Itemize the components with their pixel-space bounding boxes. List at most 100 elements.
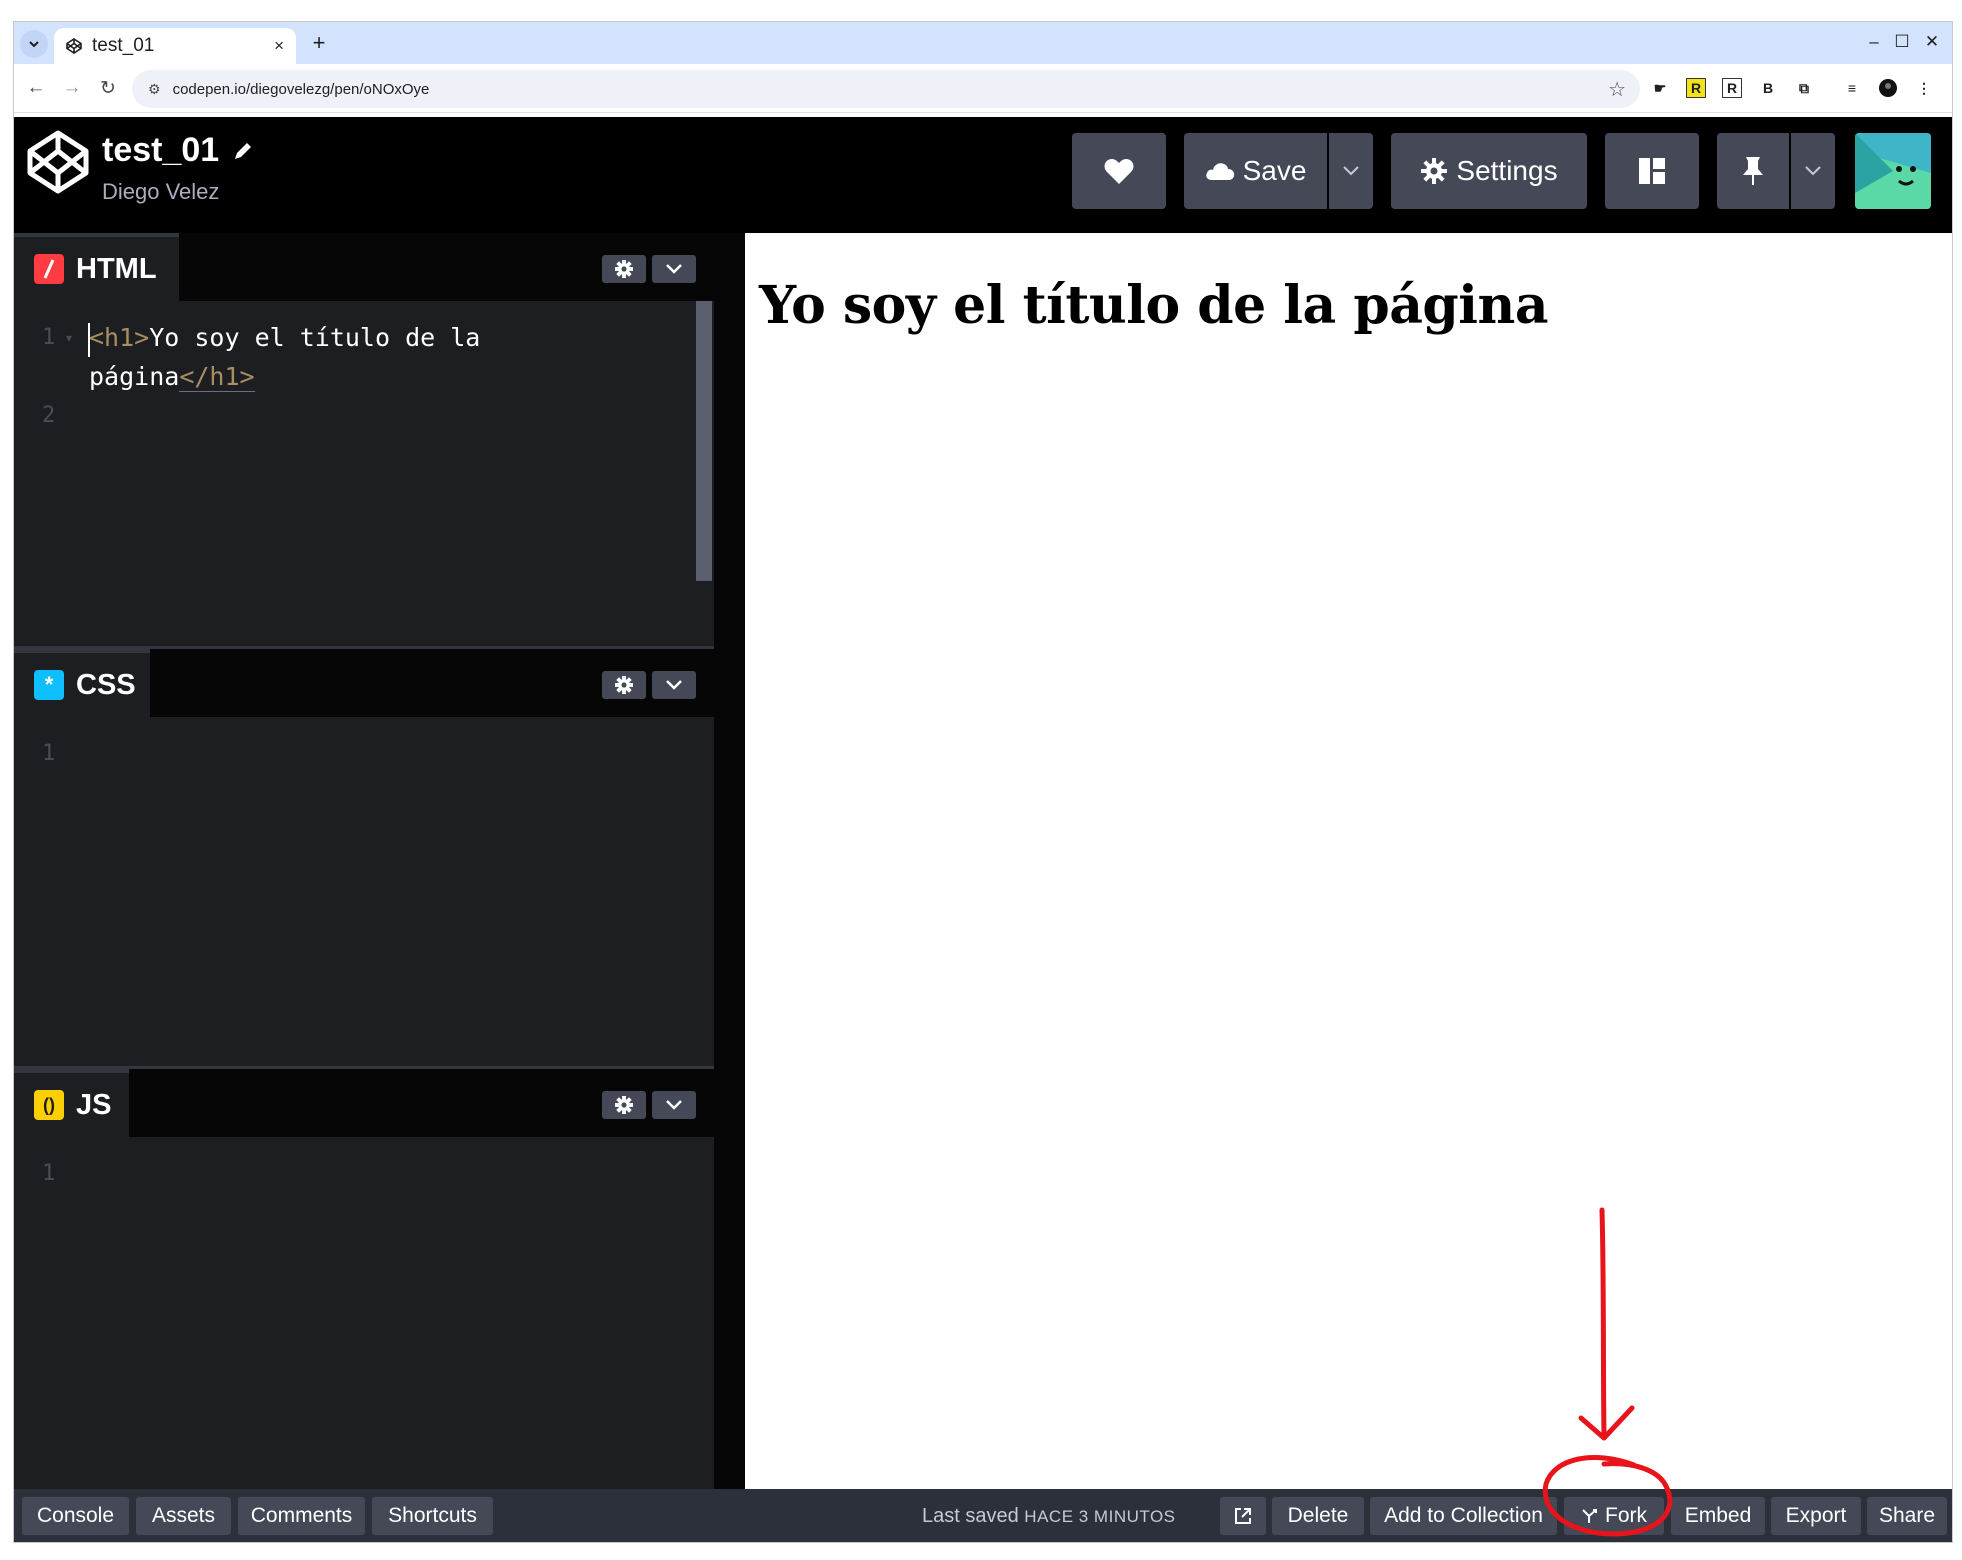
html-collapse-button[interactable] (652, 255, 696, 283)
css-pane-label: CSS (76, 668, 136, 701)
url-text: codepen.io/diegovelezg/pen/oNOxOye (172, 80, 430, 98)
pin-button[interactable] (1717, 133, 1789, 209)
assets-button[interactable]: Assets (136, 1497, 231, 1535)
js-editor[interactable]: 1 (14, 1137, 714, 1489)
comments-button[interactable]: Comments (238, 1497, 365, 1535)
profile-avatar-icon[interactable] (1878, 78, 1898, 98)
back-icon[interactable]: ← (24, 76, 48, 100)
save-label: Save (1242, 155, 1307, 186)
gear-icon (615, 260, 633, 278)
minimize-icon[interactable]: – (1862, 32, 1886, 52)
preview-iframe[interactable]: Yo soy el título de la página (745, 233, 1952, 1489)
js-pane-header: () JS (14, 1069, 714, 1137)
line-number: 1 (42, 1161, 56, 1186)
tab-search-button[interactable] (20, 30, 48, 58)
browser-toolbar: ← → ↻ ⚙ codepen.io/diegovelezg/pen/oNOxO… (14, 64, 1952, 113)
editor-preview-resizer[interactable] (714, 233, 745, 1489)
settings-label: Settings (1456, 155, 1558, 186)
chevron-down-icon (29, 41, 39, 48)
settings-button[interactable]: Settings (1391, 133, 1587, 209)
code-text-wrapped: página (89, 362, 180, 391)
preview-heading: Yo soy el título de la página (759, 275, 1549, 336)
embed-button[interactable]: Embed (1671, 1497, 1765, 1535)
gear-icon (615, 1096, 633, 1114)
line-number: 1 (42, 741, 56, 766)
open-in-new-window-button[interactable] (1220, 1497, 1266, 1535)
external-link-icon (1235, 1508, 1251, 1524)
js-pane-tab[interactable]: () JS (14, 1069, 129, 1137)
extension-b-icon[interactable]: B (1758, 78, 1778, 98)
code-close-tag: </h1> (179, 362, 255, 392)
css-pane-header: * CSS (14, 649, 714, 717)
extensions-puzzle-icon[interactable]: ⧉ (1794, 78, 1814, 98)
css-settings-button[interactable] (602, 671, 646, 699)
js-settings-button[interactable] (602, 1091, 646, 1119)
browser-tab[interactable]: test_01 × (54, 28, 296, 64)
html-editor[interactable]: 1 ▾ 2 <h1>Yo soy el título de la página<… (14, 301, 714, 646)
delete-button[interactable]: Delete (1272, 1497, 1364, 1535)
last-saved-prefix: Last saved (922, 1505, 1019, 1527)
chevron-down-icon (666, 1100, 682, 1110)
fold-arrow-icon[interactable]: ▾ (66, 331, 72, 345)
close-window-icon[interactable]: ✕ (1920, 32, 1944, 52)
layout-icon (1639, 158, 1665, 184)
css-pane-tab[interactable]: * CSS (14, 649, 150, 717)
tab-close-icon[interactable]: × (274, 36, 284, 56)
line-number: 1 (42, 325, 56, 350)
gear-icon (615, 676, 633, 694)
browser-menu-icon[interactable]: ⋮ (1914, 78, 1934, 98)
tab-strip: test_01 × + – ☐ ✕ (14, 22, 1952, 64)
reading-list-icon[interactable]: ≡ (1842, 78, 1862, 98)
codepen-favicon-icon (66, 38, 82, 54)
extension-plugin-icon[interactable]: ☛ (1650, 78, 1670, 98)
fork-button[interactable]: Fork (1564, 1497, 1664, 1535)
address-bar[interactable]: ⚙ codepen.io/diegovelezg/pen/oNOxOye ☆ (132, 70, 1640, 108)
css-icon: * (34, 670, 64, 700)
code-line-1: <h1>Yo soy el título de la (89, 323, 480, 352)
css-collapse-button[interactable] (652, 671, 696, 699)
share-button[interactable]: Share (1867, 1497, 1947, 1535)
pin-icon (1743, 157, 1763, 185)
chevron-down-icon (666, 264, 682, 274)
console-button[interactable]: Console (22, 1497, 129, 1535)
bookmark-star-icon[interactable]: ☆ (1608, 77, 1626, 102)
editors-column: HTML 1 ▾ 2 <h1>Yo soy el título de la pá… (14, 233, 714, 1489)
reload-icon[interactable]: ↻ (96, 76, 120, 100)
heart-button[interactable] (1072, 133, 1166, 209)
cloud-icon (1205, 163, 1234, 180)
pen-title[interactable]: test_01 (102, 131, 219, 170)
js-collapse-button[interactable] (652, 1091, 696, 1119)
html-pane-label: HTML (76, 252, 157, 285)
new-tab-button[interactable]: + (304, 30, 334, 56)
user-avatar[interactable] (1855, 133, 1931, 209)
html-settings-button[interactable] (602, 255, 646, 283)
pin-dropdown-button[interactable] (1791, 133, 1835, 209)
maximize-icon[interactable]: ☐ (1890, 32, 1914, 52)
js-icon: () (34, 1090, 64, 1120)
css-editor[interactable]: 1 (14, 717, 714, 1066)
edit-pencil-icon[interactable] (231, 139, 255, 163)
site-settings-icon[interactable]: ⚙ (148, 81, 161, 98)
shortcuts-button[interactable]: Shortcuts (372, 1497, 493, 1535)
extension-r-icon[interactable]: R (1722, 78, 1742, 98)
extension-r-yellow-icon[interactable]: R (1686, 78, 1706, 98)
codepen-header: test_01 Diego Velez Save Settings (14, 117, 1952, 233)
codepen-footer: Console Assets Comments Shortcuts Last s… (14, 1489, 1952, 1542)
pen-author[interactable]: Diego Velez (102, 179, 219, 205)
editor-scrollbar[interactable] (696, 301, 712, 581)
save-dropdown-button[interactable] (1329, 133, 1373, 209)
code-open-tag: <h1> (89, 323, 150, 352)
tab-title: test_01 (92, 35, 155, 56)
codepen-logo-icon[interactable] (26, 129, 90, 195)
add-to-collection-button[interactable]: Add to Collection (1370, 1497, 1557, 1535)
html-pane-header: HTML (14, 233, 714, 301)
change-view-button[interactable] (1605, 133, 1699, 209)
code-line-1-wrapped: página</h1> (89, 362, 255, 392)
browser-window: test_01 × + – ☐ ✕ ← → ↻ ⚙ codepen.io/die… (14, 22, 1952, 1542)
last-saved-time: HACE 3 MINUTOS (1024, 1507, 1176, 1526)
export-button[interactable]: Export (1771, 1497, 1861, 1535)
js-pane-label: JS (76, 1088, 112, 1121)
forward-icon[interactable]: → (60, 76, 84, 100)
save-button[interactable]: Save (1184, 133, 1327, 209)
html-pane-tab[interactable]: HTML (14, 233, 179, 301)
